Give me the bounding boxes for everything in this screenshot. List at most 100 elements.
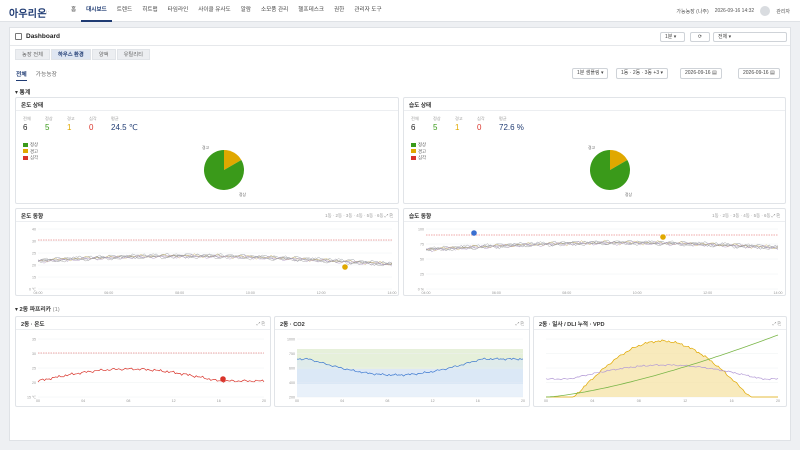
top-navigation-bar: 아우리온 | · 홈 대시보드 트렌드 히트맵 타임라인 사이클 유사도 알람 소모품 관리 헬… — [0, 0, 800, 22]
sampling-select[interactable]: 1분 샘플링 ▾ — [572, 68, 609, 79]
x-tick-label: 08 — [126, 399, 130, 403]
kpi-label: 심각 — [89, 116, 97, 121]
sampling-value: 1분 샘플링 — [577, 70, 600, 76]
y-tick-label: 30 — [32, 352, 36, 356]
y-tick-label: 1000 — [287, 337, 295, 341]
legend-label: 정상 — [418, 142, 427, 147]
series-line — [425, 240, 779, 253]
h2-light-tools[interactable]: ⤢ ⎘ — [773, 321, 781, 326]
logo-subtitle: | · — [46, 9, 50, 14]
y-tick-label: 15 ℃ — [27, 395, 36, 399]
h2-temp-tools[interactable]: ⤢ ⎘ — [257, 321, 265, 326]
view-tab[interactable]: 가능농장 — [36, 69, 57, 81]
x-tick-label: 06:00 — [104, 291, 113, 295]
h2-light-chart: 00 04 08 12 16 20 — [544, 334, 780, 403]
card-divider — [275, 329, 529, 330]
kpi-label: 경고 — [455, 116, 463, 121]
refresh-button[interactable]: ⟳ — [690, 32, 710, 42]
nav-item[interactable]: 사이클 유사도 — [193, 0, 235, 22]
y-tick-label: 35 — [32, 337, 36, 341]
warning-marker[interactable] — [660, 234, 666, 240]
h2-light-title: 2동 · 일사 / DLI 누적 · VPD — [539, 322, 605, 328]
scope-select[interactable]: 전체 ▾ — [713, 32, 787, 42]
end-date-input[interactable]: 2026-09-16 ▤ — [738, 68, 780, 79]
stats-section-header[interactable]: ▾ 통계 — [15, 87, 30, 96]
kpi-value: 0 — [89, 123, 94, 132]
dashboard-header: Dashboard — [15, 31, 60, 42]
x-tick-label: 14:00 — [388, 291, 397, 295]
warning-marker[interactable] — [342, 264, 348, 270]
temp-trend-tools[interactable]: 1동 · 2동 · 3동 · 4동 · 5동 · 6동 ⤢ ⎘ — [325, 213, 393, 219]
nav-item[interactable]: 대시보드 — [81, 0, 112, 22]
y-tick-label: 75 — [420, 242, 424, 246]
view-tabs: 전체 가능농장 — [16, 69, 57, 81]
start-date-input[interactable]: 2026-09-16 ▤ — [680, 68, 722, 79]
info-marker[interactable] — [471, 230, 477, 236]
legend-entry: 심각 — [23, 155, 38, 162]
y-tick-label: 100 — [418, 227, 424, 231]
alert-marker[interactable] — [220, 376, 226, 382]
y-tick-label: 30 — [32, 239, 36, 243]
h2-co2-tools[interactable]: ⤢ ⎘ — [516, 321, 524, 326]
app-logo[interactable]: 아우리온 — [9, 5, 47, 20]
view-tab[interactable]: 전체 — [16, 69, 27, 81]
kpi-item: 정상 5 — [45, 116, 67, 132]
x-tick-label: 04 — [81, 399, 85, 403]
nav-item[interactable]: 타임라인 — [163, 0, 194, 22]
hum-status-title: 습도 상태 — [409, 103, 432, 109]
kpi-value: 72.6 % — [499, 123, 524, 132]
kpi-item: 심각 0 — [477, 116, 499, 132]
x-tick-label: 12:00 — [317, 291, 326, 295]
y-tick-label: 600 — [289, 366, 295, 370]
user-name[interactable]: 관리자 — [776, 8, 790, 15]
nav-item[interactable]: 관리자 도구 — [349, 0, 386, 22]
y-tick-label: 20 — [32, 381, 36, 385]
interval-value: 1분 — [665, 34, 673, 40]
hum-trend-tools[interactable]: 1동 · 2동 · 3동 · 4동 · 5동 · 6동 ⤢ ⎘ — [712, 213, 780, 219]
x-tick-label: 20 — [262, 399, 266, 403]
x-tick-label: 20 — [521, 399, 525, 403]
scope-value: 전체 — [718, 34, 728, 40]
x-tick-label: 06:00 — [492, 291, 501, 295]
nav-item[interactable]: 소모품 관리 — [256, 0, 293, 22]
interval-select[interactable]: 1분 ▾ — [660, 32, 685, 42]
x-tick-label: 04 — [340, 399, 344, 403]
kpi-value: 1 — [67, 123, 72, 132]
house-select[interactable]: 1동 · 2동 · 3동 +3 ▾ — [616, 68, 669, 79]
card-divider — [16, 221, 398, 222]
top-right-area: 가능농장 (나주) 2026-09-16 14:32 관리자 — [676, 0, 790, 22]
subtab[interactable]: 양액 — [91, 49, 116, 60]
h2-temp-chart: 35 30 25 20 15 ℃00 04 08 12 16 20 — [27, 337, 266, 403]
subtab[interactable]: 하우스 환경 — [50, 49, 91, 60]
kpi-value: 24.5 ℃ — [111, 123, 138, 132]
x-tick-label: 14:00 — [774, 291, 783, 295]
house2-section-header[interactable]: ▾ 2동 파프리카 (1) — [15, 304, 60, 313]
start-date-value: 2026-09-16 — [685, 70, 711, 76]
y-tick-label: 20 — [32, 263, 36, 267]
current-datetime: 2026-09-16 14:32 — [714, 8, 755, 14]
y-tick-label: 25 — [32, 251, 36, 255]
nav-item[interactable]: 홈 — [66, 0, 81, 22]
card-divider — [404, 110, 785, 111]
legend-swatch — [411, 142, 416, 147]
temp-pie-label-normal: 정상 — [239, 193, 246, 197]
kpi-value: 6 — [411, 123, 416, 132]
nav-item[interactable]: 권한 — [329, 0, 349, 22]
kpi-label: 평균 — [111, 116, 119, 121]
avatar[interactable] — [760, 6, 771, 16]
farm-selector[interactable]: 가능농장 (나주) — [676, 8, 708, 15]
nav-item[interactable]: 트렌드 — [112, 0, 137, 22]
subtab[interactable]: 농장 전체 — [15, 49, 50, 60]
x-tick-label: 00 — [544, 399, 548, 403]
nav-item[interactable]: 헬프데스크 — [293, 0, 329, 22]
y-tick-label: 50 — [420, 257, 424, 261]
card-divider — [534, 329, 786, 330]
dashboard-checkbox[interactable] — [15, 33, 22, 40]
kpi-item: 정상 5 — [433, 116, 455, 132]
legend-swatch — [411, 155, 416, 160]
kpi-value: 1 — [455, 123, 460, 132]
nav-item[interactable]: 알람 — [236, 0, 256, 22]
nav-item[interactable]: 히트맵 — [137, 0, 162, 22]
subtab[interactable]: 유틸리티 — [116, 49, 151, 60]
y-tick-label: 15 — [32, 275, 36, 279]
